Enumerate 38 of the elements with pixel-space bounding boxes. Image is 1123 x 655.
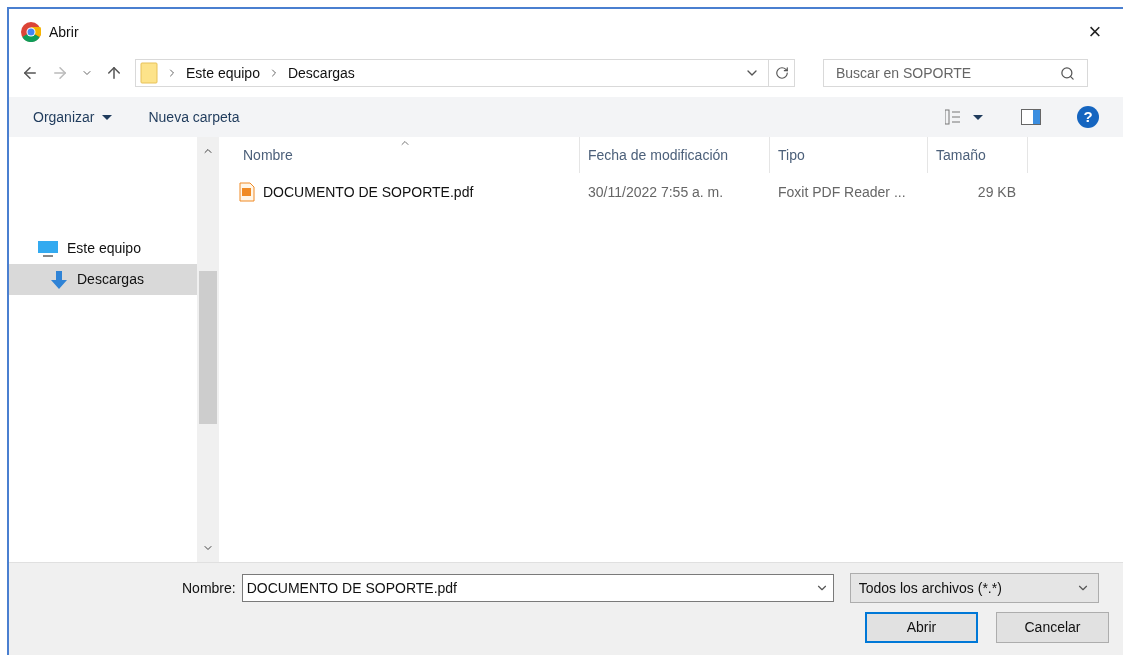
- sidebar-item[interactable]: Este equipo: [9, 233, 197, 264]
- sidebar-scrollbar[interactable]: [197, 137, 219, 562]
- preview-pane-icon[interactable]: [1021, 109, 1041, 125]
- file-type-dropdown[interactable]: Todos los archivos (*.*): [849, 573, 1099, 603]
- file-size: 29 KB: [976, 182, 1017, 202]
- file-name: DOCUMENTO DE SOPORTE.pdf: [263, 182, 474, 202]
- up-icon[interactable]: [105, 64, 123, 82]
- open-button[interactable]: Abrir: [865, 612, 978, 643]
- new-folder-button[interactable]: Nueva carpeta: [148, 106, 240, 128]
- sidebar-item[interactable]: Descargas: [9, 264, 197, 295]
- browser-logo-icon: [21, 22, 41, 42]
- column-header[interactable]: Fecha de modificación: [580, 137, 770, 173]
- search-icon: [1060, 65, 1075, 81]
- pdf-file-icon: [239, 182, 255, 202]
- file-row[interactable]: DOCUMENTO DE SOPORTE.pdf 30/11/2022 7:55 a. m. Foxit PDF Reader ... 29 KB: [235, 177, 1123, 207]
- view-options-icon[interactable]: [945, 109, 985, 125]
- column-header[interactable]: Nombre: [235, 137, 580, 173]
- window-title: Abrir: [49, 22, 80, 42]
- file-name-label: Nombre:: [182, 578, 236, 598]
- column-header[interactable]: Tamaño: [928, 137, 1028, 173]
- file-type: Foxit PDF Reader ...: [777, 182, 907, 202]
- help-icon[interactable]: ?: [1077, 106, 1099, 128]
- back-icon[interactable]: [21, 64, 39, 82]
- column-header[interactable]: Tipo: [770, 137, 928, 173]
- folder-icon: [140, 62, 158, 84]
- breadcrumb-item[interactable]: Descargas: [287, 62, 355, 84]
- refresh-icon[interactable]: [774, 66, 789, 80]
- modified-date: 30/11/2022 7:55 a. m.: [587, 182, 725, 202]
- breadcrumb-item[interactable]: Este equipo: [186, 62, 260, 84]
- address-bar[interactable]: Este equipo Descargas: [135, 59, 795, 87]
- cancel-button[interactable]: Cancelar: [996, 612, 1109, 643]
- file-name-field[interactable]: DOCUMENTO DE SOPORTE.pdf: [241, 574, 834, 602]
- search-field[interactable]: Buscar en SOPORTE: [823, 59, 1088, 87]
- scrollbar-thumb[interactable]: [199, 271, 217, 424]
- download-arrow-icon: [49, 269, 69, 290]
- close-button[interactable]: ×: [1079, 16, 1111, 48]
- computer-icon: [37, 239, 59, 258]
- organize-button[interactable]: Organizar: [33, 106, 113, 128]
